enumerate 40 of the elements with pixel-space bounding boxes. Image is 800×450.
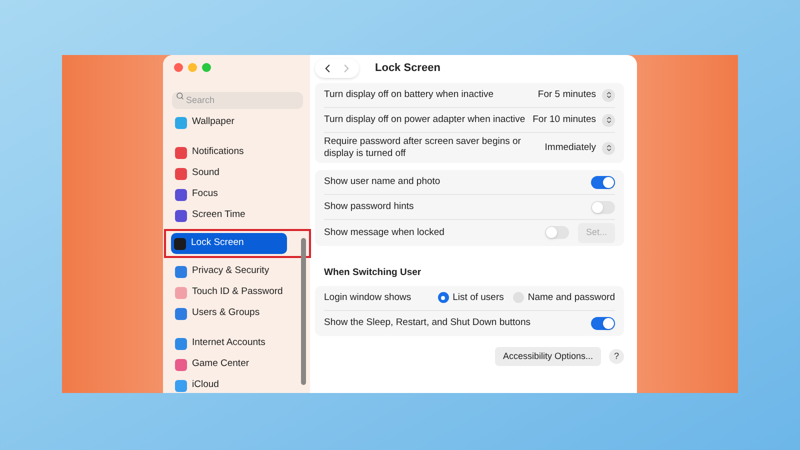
sidebar-item[interactable]: Wallpaper [172,112,288,133]
sidebar-item[interactable]: Lock Screen [171,233,287,254]
select-value[interactable]: Immediately [544,140,596,156]
close-icon[interactable] [174,63,183,72]
sidebar-item[interactable]: iCloud [172,375,288,393]
sidebar-item[interactable]: Screen Time [172,205,288,226]
search-icon [176,92,184,100]
setting-label: Show the Sleep, Restart, and Shut Down buttons [324,317,530,330]
sidebar-item[interactable]: Focus [172,184,288,205]
section-title: When Switching User [324,266,422,280]
accessibility-options-button[interactable]: Accessibility Options... [494,346,601,366]
setting-label: Login window shows [324,292,412,304]
setting-label: Show user name and photo [324,176,440,188]
sidebar-item[interactable]: Privacy & Security [172,261,288,282]
radio-label: List of users [452,290,504,305]
radio-label: Name and password [528,290,615,305]
setting-label: Require password after screen saver begins or display is turned off [324,136,522,160]
toggle-switch[interactable] [591,176,615,188]
setting-label: Turn display off on battery when inactive [324,89,494,101]
select-value[interactable]: For 5 minutes [538,88,596,102]
setting-label: Turn display off on power adapter when inactive [324,114,526,126]
sidebar-item[interactable]: Sound [172,163,288,184]
sidebar-item[interactable]: Notifications [172,142,288,163]
stepper-icon[interactable] [602,114,615,126]
stepper-icon[interactable] [602,142,615,154]
setting-label: Show message when locked [324,226,444,239]
sidebar-item[interactable]: Game Center [172,354,288,375]
sidebar-item[interactable]: Internet Accounts [172,333,288,354]
sidebar-item[interactable]: Touch ID & Password [172,282,288,303]
page-title: Lock Screen [375,61,440,76]
select-value[interactable]: For 10 minutes [532,112,596,128]
search-field[interactable]: Search [172,92,303,108]
stepper-icon[interactable] [602,88,615,102]
toggle-switch[interactable] [544,226,569,240]
toggle-switch[interactable] [591,316,615,330]
help-button[interactable]: ? [609,349,624,364]
sidebar-item[interactable]: Users & Groups [172,303,288,324]
setting-label: Show password hints [324,201,414,213]
radio-button[interactable] [438,292,449,304]
toggle-switch[interactable] [591,200,615,214]
